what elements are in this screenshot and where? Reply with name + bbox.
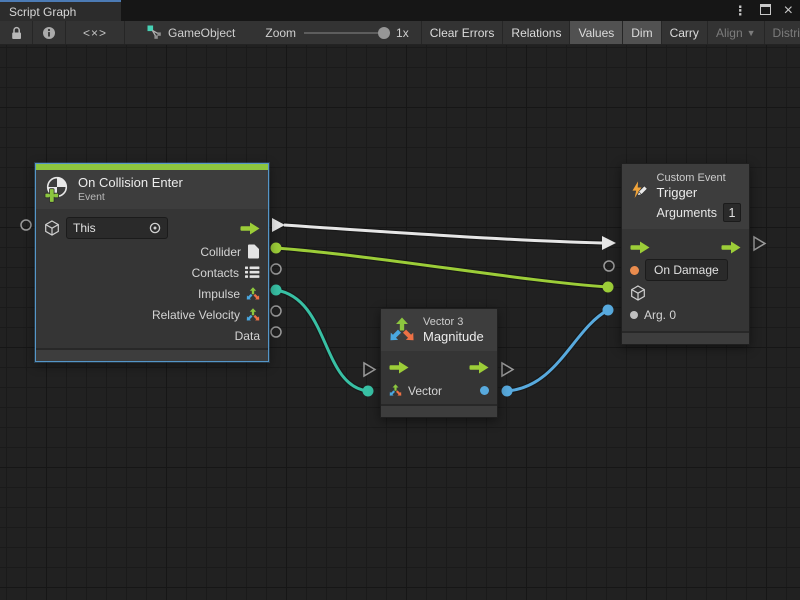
collider-icon <box>247 244 260 259</box>
port-row-relative-velocity: Relative Velocity <box>36 304 268 325</box>
port-row-event-name: On Damage <box>622 258 749 282</box>
node-body: This Collider Contacts Impulse Relative … <box>36 209 268 346</box>
target-picker-icon[interactable] <box>149 222 161 234</box>
vector-input-port[interactable] <box>363 386 374 397</box>
node-header: On Collision Enter Event <box>36 170 268 209</box>
exec-output-arrow-icon <box>240 222 260 235</box>
event-name-input-port[interactable] <box>604 261 614 271</box>
node-magnitude[interactable]: Vector 3 Magnitude Vector <box>380 308 498 418</box>
custom-event-icon <box>630 175 649 205</box>
port-row-arg0: Arg. 0 <box>622 304 749 325</box>
port-row-vector: Vector <box>381 379 497 402</box>
node-header: Vector 3 Magnitude <box>381 309 497 351</box>
node-footer <box>36 348 268 361</box>
vector3-icon <box>246 308 260 322</box>
exec-input-arrow-icon <box>389 361 409 374</box>
flow-output-port[interactable] <box>272 218 285 232</box>
node-on-collision-enter[interactable]: On Collision Enter Event This Collider C… <box>35 163 269 362</box>
port-label: Vector <box>408 384 442 398</box>
object-type-icon <box>630 311 638 319</box>
node-footer <box>622 331 749 344</box>
arguments-input[interactable]: 1 <box>723 203 741 222</box>
connection-flow[interactable] <box>284 225 602 243</box>
node-trigger-custom-event[interactable]: Custom Event Trigger Arguments 1 On Dama… <box>621 163 750 345</box>
port-row-this: This <box>36 215 268 241</box>
impulse-output-port[interactable] <box>271 285 282 296</box>
contacts-output-port[interactable] <box>271 264 281 274</box>
data-output-port[interactable] <box>271 327 281 337</box>
arguments-row: Arguments 1 <box>657 203 741 222</box>
float-type-icon <box>480 386 489 395</box>
target-value: This <box>73 221 96 235</box>
port-row-target <box>622 282 749 304</box>
relative-velocity-output-port[interactable] <box>271 306 281 316</box>
magnitude-output-port[interactable] <box>502 386 513 397</box>
arg0-input-port[interactable] <box>603 305 614 316</box>
trigger-target-port[interactable] <box>603 282 614 293</box>
trigger-exec-output-port[interactable] <box>754 237 765 250</box>
node-type-label: Vector 3 <box>423 315 484 329</box>
node-title: Magnitude <box>423 329 484 345</box>
node-subtitle: Event <box>78 191 183 204</box>
event-name-input[interactable]: On Damage <box>645 259 728 281</box>
impulse-connection-outline <box>276 290 368 391</box>
event-icon <box>44 176 70 203</box>
connection-collider[interactable] <box>276 248 608 287</box>
exec-input-arrow-icon <box>630 241 650 254</box>
port-row-impulse: Impulse <box>36 283 268 304</box>
port-label: Contacts <box>192 266 239 280</box>
magnitude-exec-input-port[interactable] <box>364 363 375 376</box>
port-label: Arg. 0 <box>644 308 676 322</box>
node-header: Custom Event Trigger Arguments 1 <box>622 164 749 229</box>
connection-result[interactable] <box>507 310 608 391</box>
exec-output-arrow-icon <box>721 241 741 254</box>
node-title: Trigger <box>657 185 741 201</box>
exec-output-arrow-icon <box>469 361 489 374</box>
port-label: Relative Velocity <box>152 308 240 322</box>
vector3-icon <box>389 384 402 397</box>
port-label: Impulse <box>198 287 240 301</box>
magnitude-exec-output-port[interactable] <box>502 363 513 376</box>
gameobject-icon <box>630 285 646 301</box>
flow-input-port[interactable] <box>602 236 616 250</box>
port-row-contacts: Contacts <box>36 262 268 283</box>
port-row-data: Data <box>36 325 268 346</box>
gameobject-icon <box>44 220 60 236</box>
port-row-exec <box>622 236 749 258</box>
port-row-exec <box>381 356 497 379</box>
target-dropdown[interactable]: This <box>66 217 168 239</box>
node-title: On Collision Enter <box>78 175 183 191</box>
this-input-port[interactable] <box>21 220 31 230</box>
string-type-icon <box>630 266 639 275</box>
collider-output-port[interactable] <box>271 243 282 254</box>
node-body: Vector <box>381 351 497 402</box>
vector3-icon <box>389 317 415 343</box>
port-label: Collider <box>200 245 241 259</box>
port-row-collider: Collider <box>36 241 268 262</box>
arguments-label: Arguments <box>657 206 717 220</box>
node-body: On Damage Arg. 0 <box>622 229 749 329</box>
node-type-label: Custom Event <box>657 171 741 185</box>
port-label: Data <box>235 329 260 343</box>
node-footer <box>381 404 497 417</box>
list-icon <box>245 266 260 279</box>
vector3-icon <box>246 287 260 301</box>
